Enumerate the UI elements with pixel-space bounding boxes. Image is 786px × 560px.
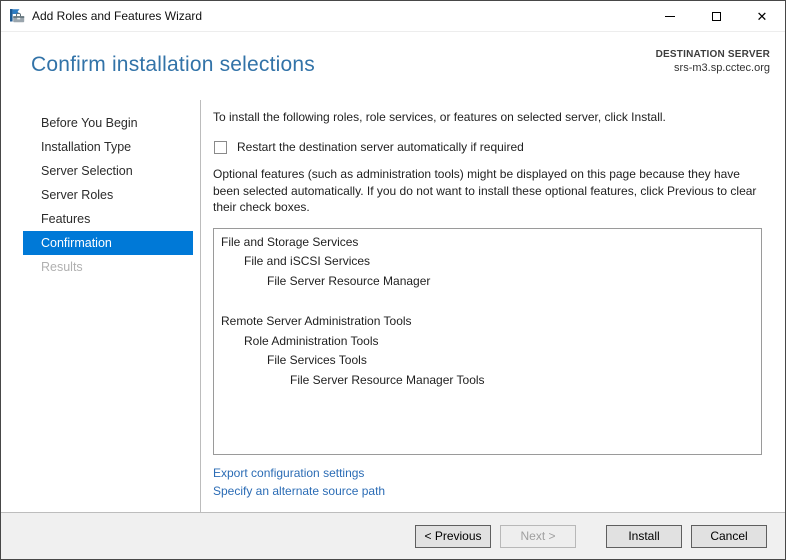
window-title: Add Roles and Features Wizard [32, 9, 202, 23]
sidebar-item-results: Results [23, 255, 193, 279]
window-controls: ✕ [647, 1, 785, 31]
server-manager-icon [9, 8, 25, 24]
destination-block: DESTINATION SERVER srs-m3.sp.cctec.org [656, 32, 785, 100]
maximize-button[interactable] [693, 1, 739, 31]
tree-item[interactable]: Role Administration Tools [214, 332, 761, 352]
close-button[interactable]: ✕ [739, 1, 785, 31]
next-button: Next > [500, 525, 576, 548]
tree-item[interactable]: File and iSCSI Services [214, 252, 761, 272]
destination-label: DESTINATION SERVER [656, 49, 770, 60]
close-icon: ✕ [757, 10, 768, 23]
sidebar-item-confirmation[interactable]: Confirmation [23, 231, 193, 255]
wizard-window: Add Roles and Features Wizard ✕ Confirm … [0, 0, 786, 560]
selected-items-list[interactable]: File and Storage Services File and iSCSI… [213, 228, 762, 455]
wizard-steps-sidebar: Before You Begin Installation Type Serve… [1, 100, 201, 512]
page-title: Confirm installation selections [31, 53, 315, 100]
tree-group-spacer [214, 291, 761, 312]
alternate-source-path-link[interactable]: Specify an alternate source path [213, 482, 385, 500]
tree-item[interactable]: File Server Resource Manager [214, 272, 761, 292]
wizard-header: Confirm installation selections DESTINAT… [1, 32, 785, 100]
tree-item[interactable]: File Server Resource Manager Tools [214, 371, 761, 391]
minimize-icon [665, 16, 675, 17]
sidebar-item-server-roles[interactable]: Server Roles [23, 183, 193, 207]
wizard-footer: < Previous Next > Install Cancel [1, 512, 785, 559]
optional-features-note: Optional features (such as administratio… [213, 166, 762, 216]
sidebar-item-server-selection[interactable]: Server Selection [23, 159, 193, 183]
minimize-button[interactable] [647, 1, 693, 31]
maximize-icon [712, 12, 721, 21]
install-button[interactable]: Install [606, 525, 682, 548]
wizard-body: Before You Begin Installation Type Serve… [1, 100, 785, 512]
tree-item[interactable]: File and Storage Services [214, 233, 761, 253]
cancel-button[interactable]: Cancel [691, 525, 767, 548]
restart-checkbox[interactable] [214, 141, 227, 154]
restart-checkbox-row[interactable]: Restart the destination server automatic… [213, 140, 762, 154]
restart-checkbox-label: Restart the destination server automatic… [237, 140, 524, 154]
tree-item[interactable]: File Services Tools [214, 351, 761, 371]
sidebar-item-before-you-begin[interactable]: Before You Begin [23, 111, 193, 135]
intro-text: To install the following roles, role ser… [213, 109, 762, 125]
previous-button[interactable]: < Previous [415, 525, 491, 548]
sidebar-item-features[interactable]: Features [23, 207, 193, 231]
footer-links: Export configuration settings Specify an… [213, 464, 762, 500]
title-bar: Add Roles and Features Wizard ✕ [1, 1, 785, 32]
destination-server: srs-m3.sp.cctec.org [656, 62, 770, 74]
confirmation-page-content: To install the following roles, role ser… [201, 100, 785, 512]
export-configuration-link[interactable]: Export configuration settings [213, 464, 364, 482]
tree-item[interactable]: Remote Server Administration Tools [214, 312, 761, 332]
sidebar-item-installation-type[interactable]: Installation Type [23, 135, 193, 159]
